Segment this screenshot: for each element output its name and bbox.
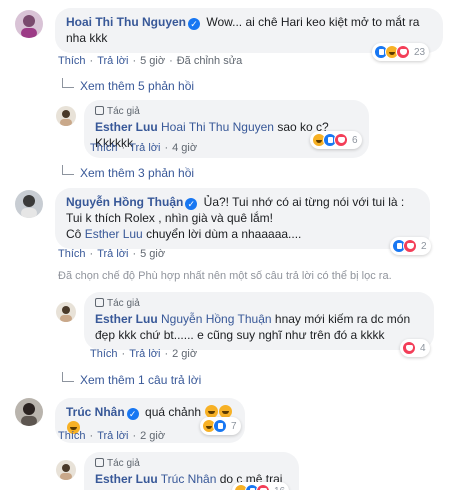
view-more-replies[interactable]: Xem thêm 1 câu trả lời: [62, 372, 201, 387]
mention-tag[interactable]: Esther Luu: [85, 227, 143, 241]
author-badge: Tác giả: [95, 106, 358, 118]
reply-link[interactable]: Trả lời: [97, 248, 128, 260]
love-reaction-icon: [256, 484, 270, 490]
reaction-summary[interactable]: 2: [390, 237, 431, 255]
timestamp[interactable]: 5 giờ: [140, 55, 165, 67]
reaction-count: 7: [231, 420, 237, 432]
love-reaction-icon: [402, 341, 416, 355]
author-badge: Tác giả: [95, 458, 288, 470]
reaction-summary[interactable]: 16: [232, 482, 290, 490]
author-pen-icon: [95, 298, 104, 307]
like-link[interactable]: Thích: [90, 348, 118, 360]
edited-label[interactable]: Đã chỉnh sửa: [177, 55, 242, 67]
like-reaction-icon: [213, 419, 227, 433]
love-reaction-icon: [403, 239, 417, 253]
mention-tag[interactable]: Trúc Nhân: [161, 472, 217, 486]
comment-author[interactable]: Esther Luu: [95, 120, 158, 134]
comment-author[interactable]: Hoai Thi Thu Nguyen: [66, 15, 186, 29]
verified-icon: ✓: [188, 18, 200, 30]
reaction-count: 4: [420, 342, 426, 354]
comment-actions: Thích · Trả lời · 4 giờ: [90, 142, 198, 154]
reaction-summary[interactable]: 7: [200, 417, 241, 435]
reaction-count: 16: [274, 486, 285, 490]
reaction-count: 2: [421, 240, 427, 252]
verified-icon: ✓: [185, 198, 198, 210]
comment-author[interactable]: Trúc Nhân: [66, 405, 125, 419]
reply-arrow-icon: [62, 165, 74, 175]
avatar[interactable]: [15, 190, 43, 218]
comment-author[interactable]: Esther Luu: [95, 312, 158, 326]
comment-author[interactable]: Nguyễn Hồng Thuận: [66, 195, 183, 209]
avatar[interactable]: [56, 460, 76, 480]
timestamp[interactable]: 4 giờ: [172, 142, 197, 154]
author-pen-icon: [95, 458, 104, 467]
avatar[interactable]: [15, 398, 43, 426]
reply-link[interactable]: Trả lời: [129, 348, 160, 360]
like-link[interactable]: Thích: [58, 248, 86, 260]
reply-arrow-icon: [62, 78, 74, 88]
comment-author[interactable]: Esther Luu: [95, 472, 158, 486]
avatar[interactable]: [15, 10, 43, 38]
comment-actions: Thích · Trả lời · 5 giờ: [58, 248, 166, 260]
reaction-summary[interactable]: 4: [400, 339, 430, 357]
view-more-replies[interactable]: Xem thêm 3 phản hồi: [62, 165, 194, 180]
reply-arrow-icon: [62, 372, 74, 382]
view-more-replies[interactable]: Xem thêm 5 phản hồi: [62, 78, 194, 93]
author-pen-icon: [95, 106, 104, 115]
like-link[interactable]: Thích: [58, 55, 86, 67]
comment-bubble: Nguyễn Hồng Thuận ✓ Ủa?! Tui nhớ có ai từ…: [55, 188, 430, 249]
reaction-count: 6: [352, 134, 358, 146]
mention-tag[interactable]: Nguyễn Hồng Thuận: [161, 312, 272, 326]
reaction-summary[interactable]: 23: [372, 43, 430, 61]
reply-link[interactable]: Trả lời: [97, 430, 128, 442]
comment-text: quá chảnh: [145, 405, 202, 419]
author-badge: Tác giả: [95, 298, 423, 310]
avatar[interactable]: [56, 106, 76, 126]
reply-link[interactable]: Trả lời: [129, 142, 160, 154]
love-reaction-icon: [334, 133, 348, 147]
reaction-count: 23: [414, 46, 426, 58]
filter-notice: Đã chọn chế độ Phù hợp nhất nên một số c…: [58, 270, 392, 282]
verified-icon: ✓: [126, 408, 139, 420]
comment-actions: Thích · Trả lời · 2 giờ: [90, 348, 198, 360]
like-link[interactable]: Thích: [90, 142, 118, 154]
timestamp[interactable]: 2 giờ: [172, 348, 197, 360]
reaction-summary[interactable]: 6: [310, 131, 362, 149]
timestamp[interactable]: 2 giờ: [140, 430, 165, 442]
comment-actions: Thích · Trả lời · 2 giờ: [58, 430, 166, 442]
like-link[interactable]: Thích: [58, 430, 86, 442]
avatar[interactable]: [56, 302, 76, 322]
mention-tag[interactable]: Hoai Thi Thu Nguyen: [161, 120, 274, 134]
love-reaction-icon: [396, 45, 410, 59]
comment-actions: Thích · Trả lời · 5 giờ · Đã chỉnh sửa: [58, 55, 243, 67]
reply-bubble: Tác giả Esther Luu Nguyễn Hồng Thuận hna…: [84, 292, 434, 350]
reply-link[interactable]: Trả lời: [97, 55, 128, 67]
timestamp[interactable]: 5 giờ: [140, 248, 165, 260]
